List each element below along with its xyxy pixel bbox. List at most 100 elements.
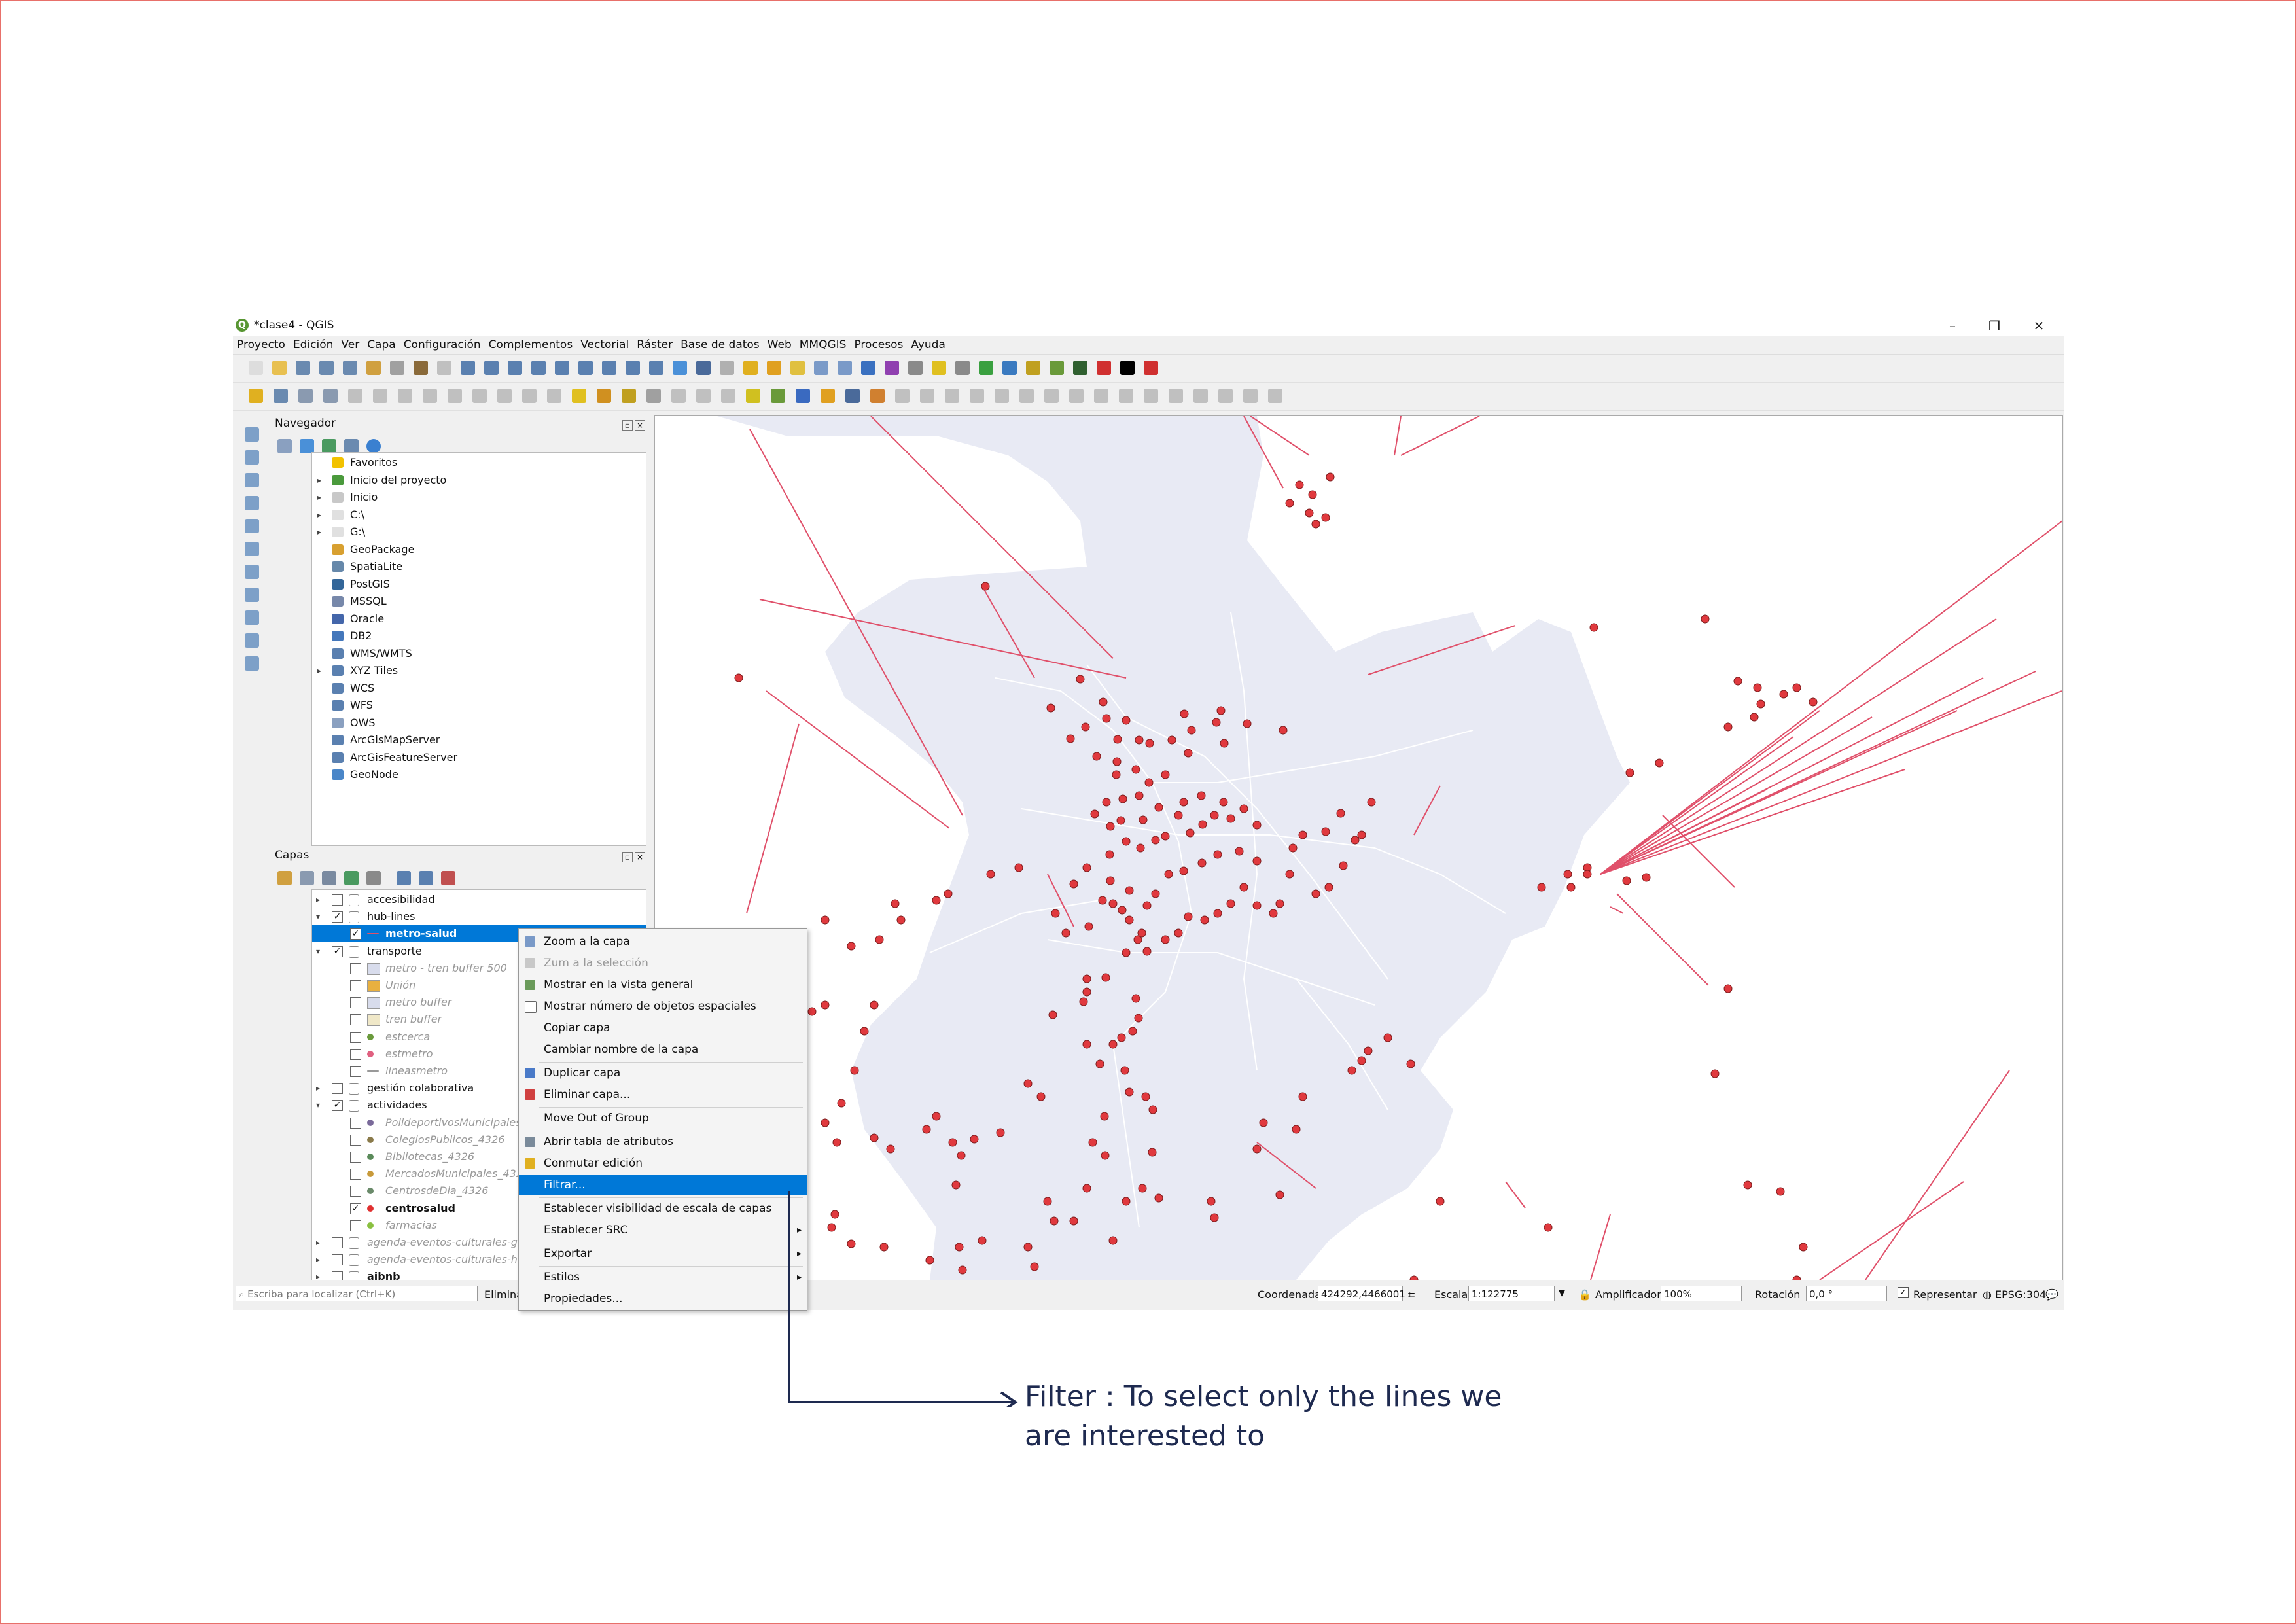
- layer-visibility-checkbox[interactable]: [332, 1083, 343, 1095]
- chevron-right-icon[interactable]: ▸: [313, 1268, 323, 1280]
- add-selected-icon[interactable]: [277, 439, 292, 453]
- menu-web[interactable]: Web: [764, 336, 796, 351]
- toolbar-digitizing-button[interactable]: [721, 389, 735, 403]
- float-icon[interactable]: ▫: [622, 852, 633, 862]
- chevron-down-icon[interactable]: ▾: [313, 1097, 323, 1114]
- toolbar-main-button[interactable]: [626, 361, 640, 375]
- toolbar-digitizing-button[interactable]: [1268, 389, 1282, 403]
- toolbar-digitizing-button[interactable]: [472, 389, 487, 403]
- toolbar-main-button[interactable]: [390, 361, 404, 375]
- menu-procesos[interactable]: Procesos: [850, 336, 907, 351]
- layer-visibility-checkbox[interactable]: [350, 962, 361, 974]
- toolbar-digitizing-button[interactable]: [796, 389, 810, 403]
- info-icon[interactable]: [366, 439, 381, 453]
- layer-visibility-checkbox[interactable]: [332, 1271, 343, 1280]
- toolbar-main-button[interactable]: [1144, 361, 1158, 375]
- layer-visibility-checkbox[interactable]: [332, 1254, 343, 1266]
- layer-item[interactable]: ▾ ✓ hub-lines: [312, 908, 646, 925]
- menu-ver[interactable]: Ver: [337, 336, 363, 351]
- layer-visibility-checkbox[interactable]: [350, 997, 361, 1009]
- manage-map-themes-icon[interactable]: [322, 871, 336, 885]
- layer-visibility-checkbox[interactable]: [350, 1220, 361, 1231]
- maximize-button[interactable]: ❐: [1973, 316, 2015, 336]
- toolbar-main-button[interactable]: [908, 361, 923, 375]
- float-icon[interactable]: ▫: [622, 420, 633, 431]
- context-menu-item[interactable]: Eliminar capa...: [519, 1085, 807, 1104]
- browser-item[interactable]: WFS: [312, 697, 646, 714]
- toolbar-digitizing-button[interactable]: [1019, 389, 1034, 403]
- panel-float-close-buttons[interactable]: ▫ ×: [620, 418, 646, 431]
- toolbar-digitizing-button[interactable]: [646, 389, 661, 403]
- context-menu-item[interactable]: Cambiar nombre de la capa: [519, 1040, 807, 1059]
- toolbar-digitizing-button[interactable]: [696, 389, 711, 403]
- toolbar-main-button[interactable]: [767, 361, 781, 375]
- toolbar-digitizing-button[interactable]: [1144, 389, 1158, 403]
- toolbar-digitizing-button[interactable]: [348, 389, 362, 403]
- context-menu-item[interactable]: Filtrar...: [519, 1175, 807, 1195]
- chevron-right-icon[interactable]: ▸: [315, 506, 324, 523]
- toolbar-main-button[interactable]: [720, 361, 734, 375]
- toolbar-digitizing-button[interactable]: [845, 389, 860, 403]
- browser-item[interactable]: MSSQL: [312, 593, 646, 610]
- expand-all-icon[interactable]: [397, 871, 411, 885]
- toolbar-main-button[interactable]: [1073, 361, 1087, 375]
- toolbar-main-button[interactable]: [885, 361, 899, 375]
- browser-item[interactable]: OWS: [312, 715, 646, 732]
- toolbar-digitizing-button[interactable]: [249, 389, 263, 403]
- browser-item[interactable]: SpatiaLite: [312, 558, 646, 575]
- add-layer-button[interactable]: [245, 565, 259, 579]
- add-group-icon[interactable]: [300, 871, 314, 885]
- toolbar-digitizing-button[interactable]: [323, 389, 338, 403]
- toolbar-main-button[interactable]: [838, 361, 852, 375]
- browser-item[interactable]: WCS: [312, 680, 646, 697]
- chevron-right-icon[interactable]: ▸: [313, 1234, 323, 1251]
- layer-visibility-checkbox[interactable]: [350, 1152, 361, 1163]
- toolbar-digitizing-button[interactable]: [821, 389, 835, 403]
- toolbar-main-button[interactable]: [414, 361, 428, 375]
- toolbar-main-button[interactable]: [955, 361, 970, 375]
- layer-visibility-checkbox[interactable]: [350, 1117, 361, 1129]
- toolbar-main-button[interactable]: [932, 361, 946, 375]
- toolbar-digitizing-button[interactable]: [448, 389, 462, 403]
- menu-complementos[interactable]: Complementos: [485, 336, 577, 351]
- toolbar-main-button[interactable]: [649, 361, 663, 375]
- toolbar-digitizing-button[interactable]: [1243, 389, 1258, 403]
- browser-item[interactable]: GeoPackage: [312, 541, 646, 558]
- chevron-right-icon[interactable]: ▸: [315, 662, 324, 679]
- minimize-button[interactable]: –: [1932, 316, 1973, 336]
- layer-visibility-checkbox[interactable]: [350, 1134, 361, 1146]
- toolbar-main-button[interactable]: [578, 361, 593, 375]
- context-menu-item[interactable]: Abrir tabla de atributos: [519, 1132, 807, 1152]
- browser-item[interactable]: Favoritos: [312, 454, 646, 471]
- toolbar-main-button[interactable]: [272, 361, 287, 375]
- locator-search-input[interactable]: ⌕ Escriba para localizar (Ctrl+K): [236, 1286, 478, 1301]
- browser-item[interactable]: GeoNode: [312, 766, 646, 783]
- toggle-extents-icon[interactable]: ⌗: [1408, 1288, 1415, 1302]
- toolbar-main-button[interactable]: [1120, 361, 1135, 375]
- messages-icon[interactable]: 💬: [2045, 1288, 2058, 1301]
- toolbar-main-button[interactable]: [531, 361, 546, 375]
- panel-float-close-buttons[interactable]: ▫ ×: [620, 850, 646, 862]
- toolbar-main-button[interactable]: [249, 361, 263, 375]
- context-menu-item[interactable]: Establecer visibilidad de escala de capa…: [519, 1199, 807, 1218]
- toolbar-main-button[interactable]: [696, 361, 711, 375]
- toolbar-digitizing-button[interactable]: [298, 389, 313, 403]
- add-layer-button[interactable]: [245, 610, 259, 625]
- toolbar-digitizing-button[interactable]: [895, 389, 910, 403]
- toolbar-digitizing-button[interactable]: [945, 389, 959, 403]
- browser-item[interactable]: ▸ G:\: [312, 523, 646, 540]
- browser-item[interactable]: Oracle: [312, 610, 646, 627]
- filter-icon[interactable]: [322, 439, 336, 453]
- layer-item[interactable]: ▸ accesibilidad: [312, 891, 646, 908]
- menu-vectorial[interactable]: Vectorial: [576, 336, 633, 351]
- remove-layer-icon[interactable]: [441, 871, 455, 885]
- filter-legend-icon[interactable]: [344, 871, 359, 885]
- toolbar-main-button[interactable]: [790, 361, 805, 375]
- add-layer-button[interactable]: [245, 588, 259, 602]
- toolbar-main-button[interactable]: [296, 361, 310, 375]
- layer-visibility-checkbox[interactable]: [332, 894, 343, 906]
- collapse-all-icon[interactable]: [419, 871, 433, 885]
- layer-visibility-checkbox[interactable]: [350, 1066, 361, 1077]
- toolbar-main-button[interactable]: [602, 361, 616, 375]
- add-layer-button[interactable]: [245, 496, 259, 510]
